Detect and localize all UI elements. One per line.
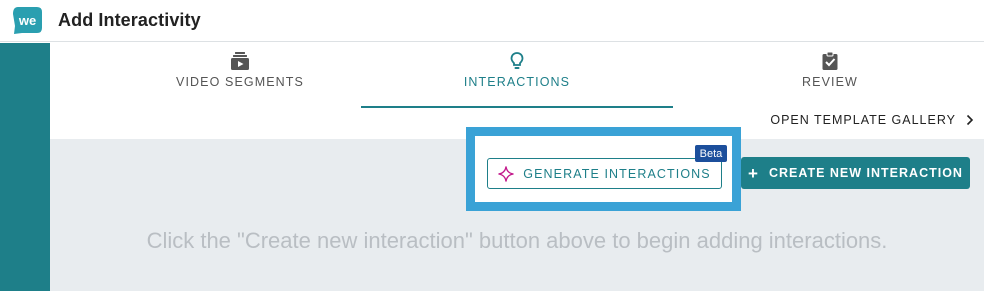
tab-interactions[interactable]: INTERACTIONS: [361, 43, 673, 108]
create-new-interaction-label: CREATE NEW INTERACTION: [768, 166, 963, 180]
tab-video-segments[interactable]: VIDEO SEGMENTS: [118, 43, 362, 108]
create-new-interaction-button[interactable]: + CREATE NEW INTERACTION: [741, 157, 970, 189]
empty-state-message: Click the "Create new interaction" butto…: [146, 228, 888, 253]
tab-label: REVIEW: [802, 75, 858, 89]
chevron-right-icon: [966, 114, 974, 126]
generate-interactions-button[interactable]: GENERATE INTERACTIONS: [487, 158, 722, 189]
sparkle-icon: [498, 165, 514, 182]
plus-icon: +: [748, 163, 759, 183]
open-template-gallery-link[interactable]: OPEN TEMPLATE GALLERY: [770, 113, 974, 127]
tab-label: INTERACTIONS: [463, 75, 571, 89]
side-rail: [0, 43, 50, 291]
tab-label: VIDEO SEGMENTS: [176, 75, 304, 89]
video-segments-icon: [231, 52, 249, 70]
gallery-link-label: OPEN TEMPLATE GALLERY: [770, 113, 956, 127]
tab-bar: VIDEO SEGMENTS INTERACTIONS REVIEW: [50, 43, 984, 108]
page-title: Add Interactivity: [58, 10, 201, 30]
lightbulb-icon: [510, 52, 524, 69]
clipboard-check-icon: [822, 51, 838, 70]
beta-badge: Beta: [695, 145, 727, 162]
generate-interactions-label: GENERATE INTERACTIONS: [523, 166, 711, 181]
we-logo: we: [13, 7, 42, 34]
logo-text: we: [18, 13, 36, 28]
tab-review[interactable]: REVIEW: [708, 43, 952, 108]
top-bar: we Add Interactivity: [0, 0, 984, 42]
